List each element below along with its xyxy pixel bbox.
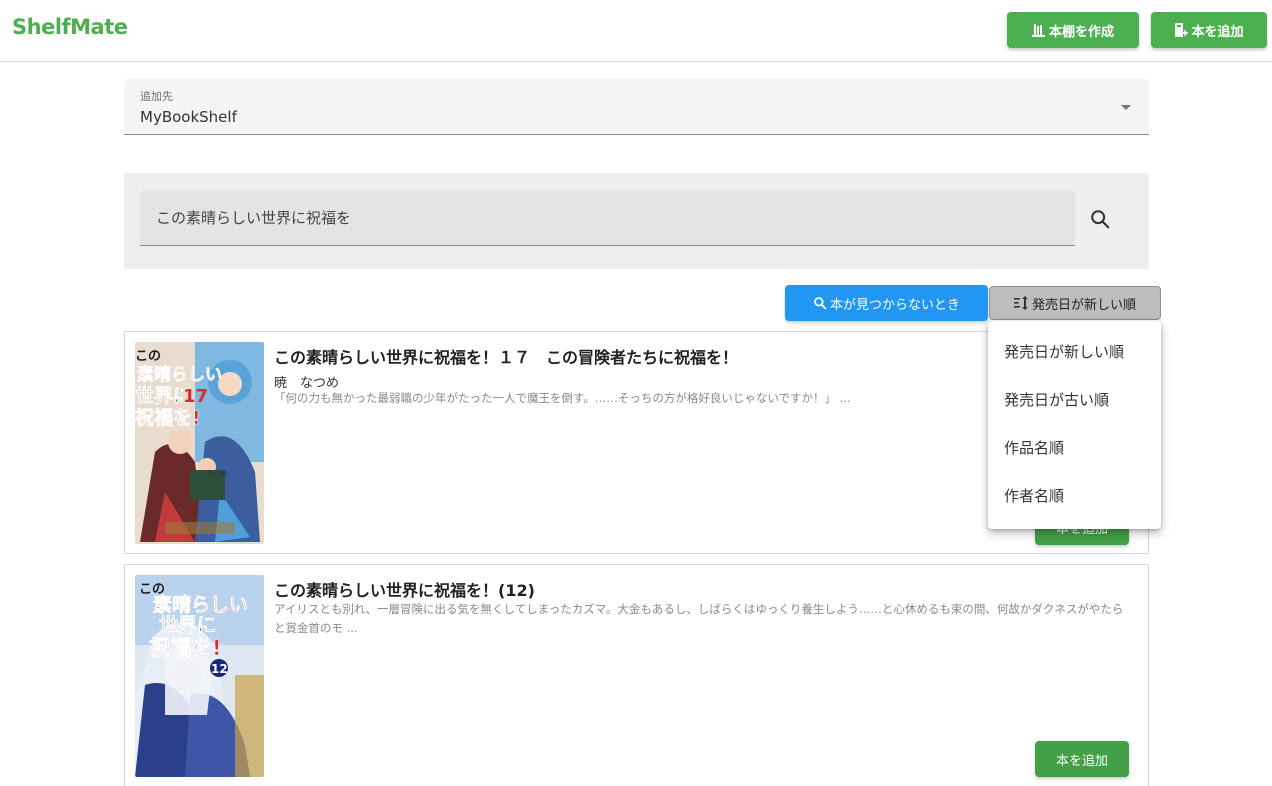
cover-text-2: 素晴らしい <box>137 365 222 385</box>
add-book-label: 本を追加 <box>1191 24 1244 40</box>
book-description: アイリスとも別れ、一層冒険に出る気を無くしてしまったカズマ。大金もあるし、しばら… <box>274 602 1124 635</box>
add-book-to-shelf-button[interactable]: 本を追加 <box>1035 741 1129 777</box>
app-logo[interactable]: ShelfMate <box>12 15 128 39</box>
book-plus-icon <box>1175 23 1189 37</box>
search-button[interactable] <box>1086 205 1114 233</box>
create-bookshelf-button[interactable]: 本棚を作成 <box>1007 12 1139 48</box>
sort-option-author[interactable]: 作者名順 <box>988 472 1161 520</box>
search-panel <box>124 173 1149 269</box>
destination-select[interactable]: 追加先 MyBookShelf <box>124 79 1149 135</box>
add-book-button[interactable]: 本を追加 <box>1151 12 1267 48</box>
cover-text-3: 世界に <box>159 614 216 636</box>
book-cover-image[interactable]: この 素晴らしい 世界に 17 祝福を! なつめ <box>135 342 264 544</box>
book-not-found-label: 本が見つからないとき <box>829 297 960 313</box>
book-cover-image[interactable]: この 素晴らしい 世界に 祝福を! 12 <box>135 575 264 777</box>
sort-option-newest[interactable]: 発売日が新しい順 <box>988 328 1161 376</box>
dropdown-arrow-icon <box>1121 105 1131 110</box>
app-header: ShelfMate 本棚を作成 本を追加 <box>0 0 1272 62</box>
sort-option-oldest[interactable]: 発売日が古い順 <box>988 376 1161 424</box>
cover-text-1: この <box>135 349 161 364</box>
cover-text-4: 祝福を! <box>149 636 222 660</box>
book-cover-art: この 素晴らしい 世界に 17 祝福を! なつめ <box>135 342 264 544</box>
book-title[interactable]: この素晴らしい世界に祝福を！１７ この冒険者たちに祝福を！ <box>274 344 738 368</box>
destination-value: MyBookShelf <box>140 108 237 126</box>
sort-menu: 発売日が新しい順 発売日が古い順 作品名順 作者名順 <box>988 321 1161 529</box>
book-cover-art: この 素晴らしい 世界に 祝福を! 12 <box>135 575 264 777</box>
cover-text-4: 祝福を! <box>135 406 201 429</box>
search-result-card: この 素晴らしい 世界に 祝福を! 12 この素晴らしい世界に祝福を！(12) … <box>124 564 1149 786</box>
cover-author-mark: なつめ <box>207 470 228 478</box>
sort-label: 発売日が新しい順 <box>1031 297 1136 313</box>
book-not-found-button[interactable]: 本が見つからないとき <box>785 285 988 321</box>
cover-text-2: 素晴らしい <box>153 593 248 616</box>
cover-volume-number: 17 <box>183 386 208 407</box>
sort-option-title[interactable]: 作品名順 <box>988 424 1161 472</box>
search-icon <box>814 297 827 310</box>
book-title[interactable]: この素晴らしい世界に祝福を！(12) <box>274 577 535 601</box>
bookshelf-icon <box>1031 24 1045 37</box>
create-bookshelf-label: 本棚を作成 <box>1048 24 1114 40</box>
search-input[interactable] <box>140 190 1075 246</box>
destination-label: 追加先 <box>140 90 173 103</box>
cover-volume-number: 12 <box>211 662 228 676</box>
sort-button[interactable]: 発売日が新しい順 <box>989 286 1161 320</box>
sort-icon <box>1013 296 1028 310</box>
search-icon <box>1091 210 1110 229</box>
